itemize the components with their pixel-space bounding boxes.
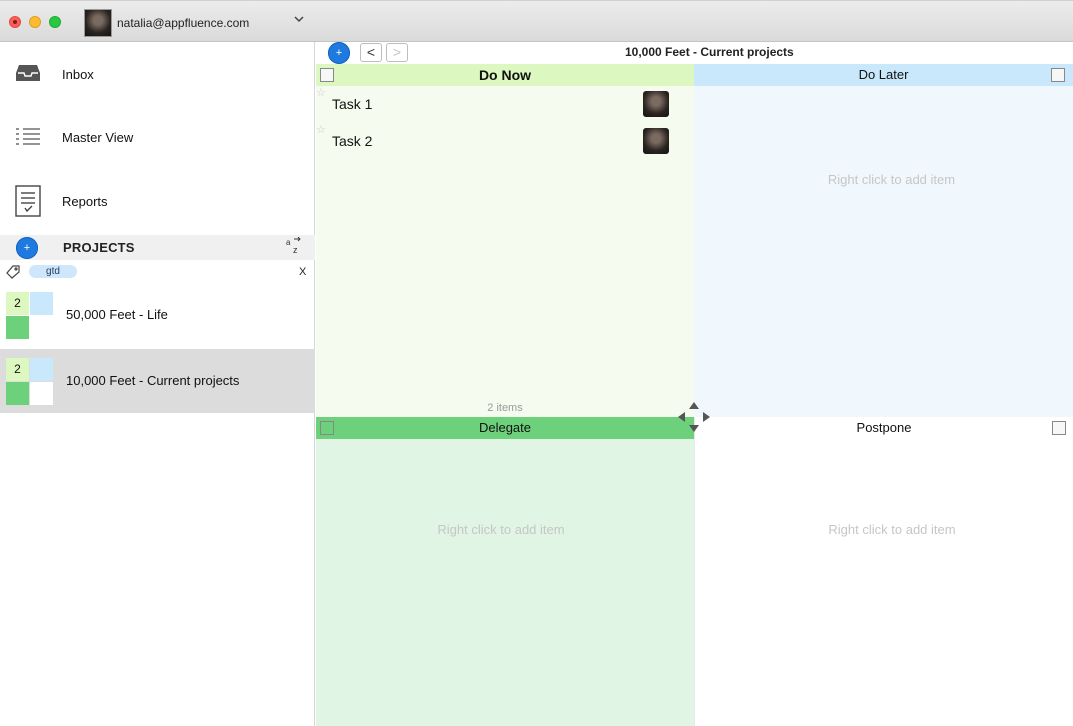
az-sort-icon[interactable]: a z: [286, 236, 302, 257]
clear-tag-filter-button[interactable]: X: [299, 266, 306, 278]
quadrant-title: Postpone: [856, 420, 912, 435]
star-icon[interactable]: ☆: [316, 123, 326, 136]
add-item-button[interactable]: +: [328, 42, 350, 64]
task-item[interactable]: ☆ Task 1: [316, 86, 694, 122]
quadrant-title: Delegate: [316, 417, 694, 439]
project-matrix-thumbnail: 2: [6, 292, 53, 339]
quadrant-do-now[interactable]: Do Now ☆ Task 1 ☆ Task 2 2 items: [316, 64, 694, 417]
quadrant-checkbox[interactable]: [320, 68, 334, 82]
close-window-button[interactable]: [9, 16, 21, 28]
chevron-down-icon[interactable]: [294, 14, 304, 26]
svg-text:z: z: [293, 245, 298, 255]
empty-hint: Right click to add item: [437, 522, 565, 537]
assignee-avatar: [643, 91, 669, 117]
tag-chip[interactable]: gtd: [29, 265, 77, 278]
quadrant-resize-handle-icon[interactable]: [675, 399, 713, 435]
project-name: 50,000 Feet - Life: [66, 307, 168, 322]
title-bar: natalia@appfluence.com: [0, 0, 1073, 42]
sidebar-item-label: Master View: [62, 130, 134, 145]
svg-text:a: a: [286, 238, 291, 247]
quadrant-checkbox[interactable]: [1051, 68, 1065, 82]
page-title: 10,000 Feet - Current projects: [625, 45, 794, 59]
add-project-button[interactable]: +: [16, 237, 38, 259]
task-label: Task 1: [332, 96, 373, 112]
account-email[interactable]: natalia@appfluence.com: [117, 16, 249, 30]
quadrant-count: 2: [6, 358, 29, 381]
account-avatar[interactable]: [84, 9, 112, 37]
project-item[interactable]: 2 10,000 Feet - Current projects: [0, 349, 315, 413]
toolbar: + < > 10,000 Feet - Current projects: [316, 42, 1073, 64]
empty-hint: Right click to add item: [827, 172, 956, 187]
project-name: 10,000 Feet - Current projects: [66, 373, 240, 388]
item-count: 2 items: [487, 402, 523, 414]
project-item[interactable]: 2 50,000 Feet - Life: [0, 283, 315, 347]
quadrant-do-later[interactable]: Do Later Right click to add item: [694, 64, 1073, 417]
minimize-window-button[interactable]: [29, 16, 41, 28]
sidebar: Inbox Master View Reports + PROJECTS a z…: [0, 42, 315, 726]
tag-icon: [6, 265, 20, 284]
empty-hint: Right click to add item: [828, 522, 956, 537]
quadrant-delegate[interactable]: Delegate Right click to add item: [316, 417, 694, 726]
forward-button[interactable]: >: [386, 43, 408, 62]
back-button[interactable]: <: [360, 43, 382, 62]
sidebar-item-reports[interactable]: Reports: [0, 170, 315, 230]
projects-header: + PROJECTS a z: [0, 235, 315, 260]
tag-filter-row: gtd X: [0, 264, 315, 282]
quadrant-checkbox[interactable]: [1052, 421, 1066, 435]
assignee-avatar: [643, 128, 669, 154]
zoom-window-button[interactable]: [49, 16, 61, 28]
inbox-icon: [15, 64, 41, 87]
list-icon: [15, 127, 41, 152]
sidebar-item-inbox[interactable]: Inbox: [0, 43, 315, 103]
quadrant-title: Do Now: [316, 64, 694, 86]
task-item[interactable]: ☆ Task 2: [316, 123, 694, 159]
quadrant-count: 2: [6, 292, 29, 315]
quadrant-postpone[interactable]: Postpone Right click to add item: [694, 417, 1073, 726]
sidebar-item-master-view[interactable]: Master View: [0, 106, 315, 166]
report-icon: [15, 185, 41, 222]
sidebar-item-label: Inbox: [62, 67, 94, 82]
star-icon[interactable]: ☆: [316, 86, 326, 99]
project-view: + < > 10,000 Feet - Current projects Do …: [316, 42, 1073, 726]
projects-label: PROJECTS: [63, 240, 135, 255]
quadrant-checkbox[interactable]: [320, 421, 334, 435]
project-matrix-thumbnail: 2: [6, 358, 53, 405]
quadrant-title: Do Later: [694, 64, 1073, 86]
sidebar-item-label: Reports: [62, 194, 108, 209]
task-label: Task 2: [332, 133, 373, 149]
